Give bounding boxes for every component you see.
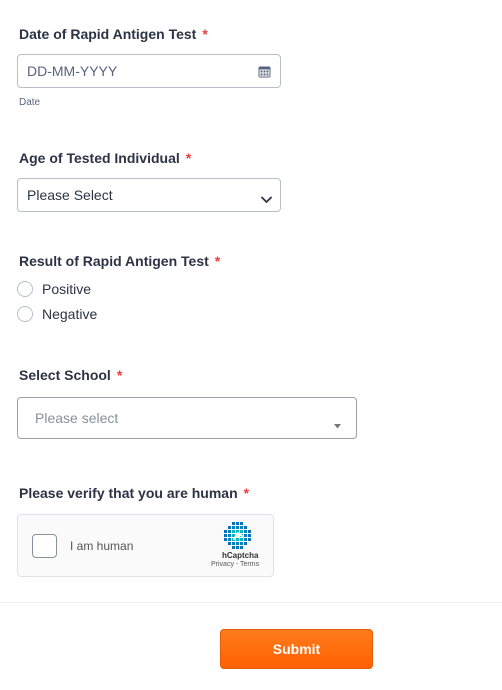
radio-label: Positive <box>42 281 92 297</box>
required-asterisk: * <box>116 367 123 383</box>
radio-option-positive[interactable]: Positive <box>17 281 91 297</box>
chevron-down-icon <box>261 191 272 207</box>
age-selected-value: Please Select <box>27 187 113 203</box>
calendar-icon[interactable] <box>258 65 271 81</box>
date-sublabel: Date <box>19 97 41 108</box>
school-placeholder: Please select <box>35 410 119 426</box>
required-asterisk: * <box>185 150 192 166</box>
radio-button[interactable] <box>17 306 33 322</box>
required-asterisk: * <box>243 485 250 501</box>
date-placeholder: DD-MM-YYYY <box>27 63 118 79</box>
hcaptcha-links[interactable]: Privacy - Terms <box>211 561 259 568</box>
result-label-text: Result of Rapid Antigen Test <box>19 253 209 269</box>
school-label-text: Select School <box>19 367 111 383</box>
age-label-text: Age of Tested Individual <box>19 150 180 166</box>
date-input[interactable]: DD-MM-YYYY <box>17 54 281 88</box>
radio-label: Negative <box>42 306 98 322</box>
age-field-label: Age of Tested Individual * <box>19 150 191 166</box>
radio-button[interactable] <box>17 281 33 297</box>
school-field-label: Select School * <box>19 367 122 383</box>
caret-down-icon <box>334 416 341 432</box>
hcaptcha-brand: hCaptcha <box>222 551 259 560</box>
required-asterisk: * <box>202 26 208 42</box>
age-select[interactable]: Please Select <box>17 178 281 212</box>
required-asterisk: * <box>214 253 221 269</box>
date-label-text: Date of Rapid Antigen Test <box>19 26 197 42</box>
date-field-label: Date of Rapid Antigen Test * <box>19 26 208 42</box>
captcha-checkbox-label: I am human <box>70 539 134 553</box>
hcaptcha-logo-icon <box>223 521 253 551</box>
captcha-field-label: Please verify that you are human * <box>19 485 249 501</box>
school-select[interactable]: Please select <box>17 397 357 439</box>
result-field-label: Result of Rapid Antigen Test * <box>19 253 220 269</box>
captcha-checkbox[interactable] <box>32 534 57 558</box>
form-divider <box>0 602 502 603</box>
hcaptcha-widget: I am human hCaptcha Privacy - Terms <box>17 514 274 577</box>
submit-button[interactable]: Submit <box>220 629 373 669</box>
radio-option-negative[interactable]: Negative <box>17 306 97 322</box>
captcha-label-text: Please verify that you are human <box>19 485 238 501</box>
